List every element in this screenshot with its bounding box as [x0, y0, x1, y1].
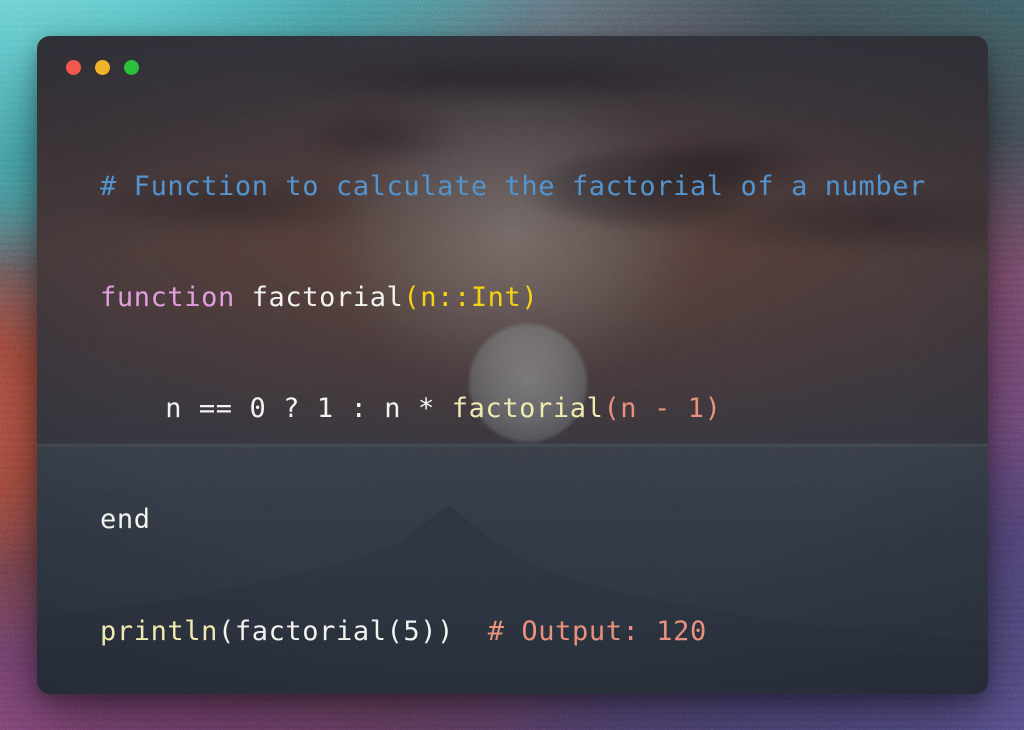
code-token-plain: end	[100, 504, 151, 535]
code-token-function_call: println	[100, 616, 218, 647]
code-token-identifier: factorial	[251, 282, 404, 313]
screenshot-stage: # Function to calculate the factorial of…	[0, 0, 1024, 730]
code-line: n == 0 ? 1 : n * factorial(n - 1)	[165, 353, 721, 464]
window-controls	[66, 60, 139, 75]
close-button[interactable]	[66, 60, 81, 75]
terminal-window[interactable]: # Function to calculate the factorial of…	[37, 36, 988, 694]
code-token-comment: # Function to calculate the factorial of…	[100, 171, 926, 202]
code-token-function_call: factorial	[451, 393, 604, 424]
code-line: # Function to calculate the factorial of…	[100, 131, 926, 242]
code-line: end	[100, 464, 151, 575]
maximize-button[interactable]	[124, 60, 139, 75]
code-token-argument: (n - 1)	[603, 393, 722, 424]
code-token-type_annotation: (n::Int)	[403, 282, 539, 313]
code-line: function factorial(n::Int)	[100, 242, 538, 353]
code-token-plain: (factorial(5))	[218, 616, 454, 647]
code-token-plain: n == 0 ? 1 : n *	[165, 393, 452, 424]
code-line: println(factorial(5)) # Output: 120	[100, 576, 707, 687]
minimize-button[interactable]	[95, 60, 110, 75]
code-token-keyword: function	[100, 282, 235, 313]
code-token-output_comment: # Output: 120	[487, 616, 707, 647]
